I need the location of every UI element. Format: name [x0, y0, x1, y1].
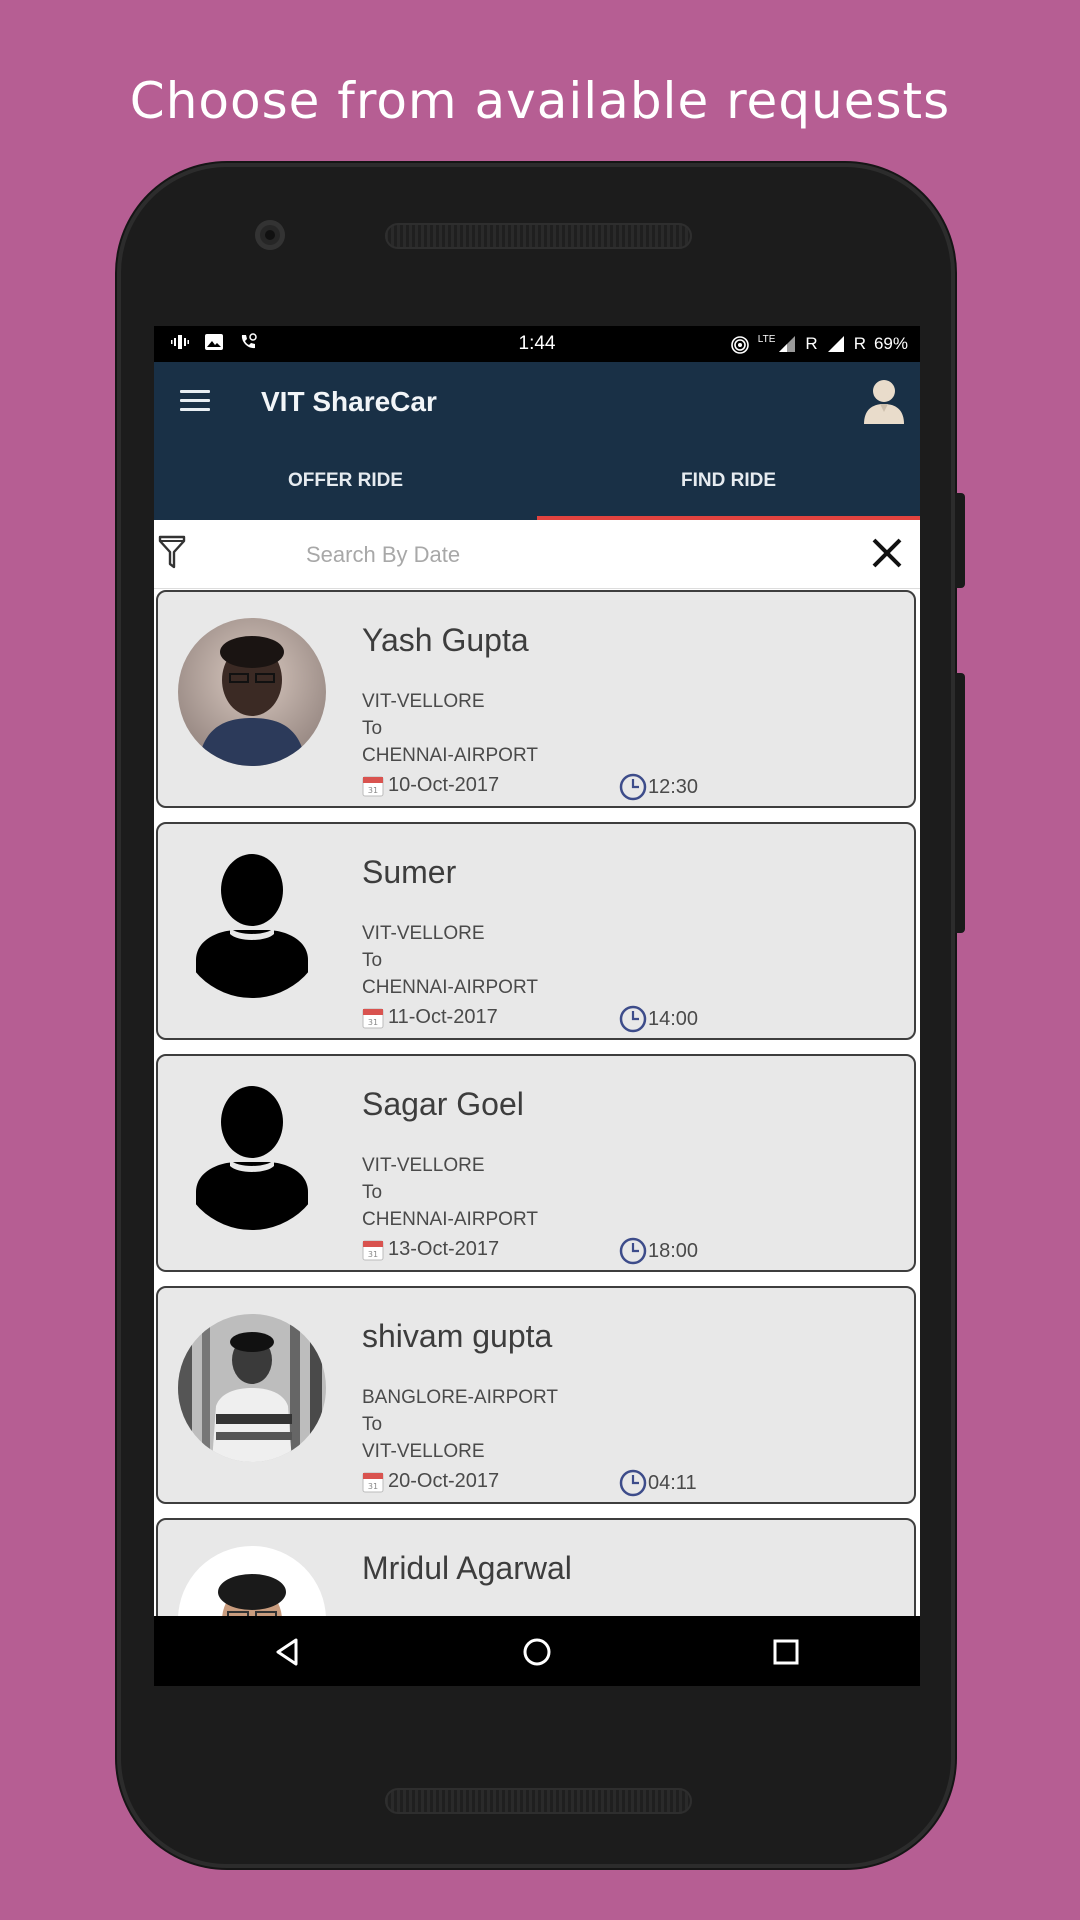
route: VIT-VELLORE To CHENNAI-AIRPORT	[362, 920, 538, 1001]
time-row: 04:11	[618, 1468, 697, 1498]
calendar-icon: 31	[362, 1240, 384, 1260]
svg-text:31: 31	[368, 786, 378, 795]
calendar-icon: 31	[362, 776, 384, 796]
close-icon[interactable]	[870, 536, 904, 570]
time-row: 14:00	[618, 1004, 698, 1034]
ride-date: 10-Oct-2017	[388, 774, 500, 796]
avatar	[196, 854, 308, 998]
signal-icon-1	[779, 336, 796, 352]
ride-card[interactable]: Mridul Agarwal	[156, 1518, 916, 1616]
ride-date: 20-Oct-2017	[388, 1470, 500, 1492]
route-to-word: To	[362, 718, 383, 739]
ride-date: 13-Oct-2017	[388, 1238, 500, 1260]
search-bar	[154, 520, 920, 589]
avatar	[178, 618, 326, 766]
route-to-word: To	[362, 1414, 383, 1435]
battery-percent: 69%	[873, 334, 908, 353]
rider-name: shivam gupta	[362, 1318, 553, 1354]
ride-time: 14:00	[648, 1007, 699, 1030]
avatar	[196, 1086, 308, 1230]
front-camera	[255, 220, 285, 250]
ride-card[interactable]: Yash Gupta VIT-VELLORE To CHENNAI-AIRPOR…	[156, 590, 916, 808]
volume-button	[955, 673, 965, 933]
clock-icon	[619, 1469, 647, 1497]
rider-name: Sumer	[362, 854, 457, 890]
rider-name: Yash Gupta	[362, 622, 529, 658]
signal-icon-2	[827, 336, 844, 352]
ride-date: 11-Oct-2017	[388, 1006, 498, 1028]
ride-card[interactable]: Sagar Goel VIT-VELLORE To CHENNAI-AIRPOR…	[156, 1054, 916, 1272]
search-input[interactable]	[304, 534, 788, 576]
home-circle-icon[interactable]	[521, 1636, 553, 1668]
bottom-speaker	[385, 1788, 692, 1814]
hamburger-icon[interactable]	[180, 390, 210, 414]
top-speaker	[385, 223, 692, 249]
calendar-icon: 31	[362, 1008, 384, 1028]
avatar	[178, 1546, 326, 1616]
date-row: 31 20-Oct-2017	[362, 1470, 499, 1493]
ride-card[interactable]: Sumer VIT-VELLORE To CHENNAI-AIRPORT 31 …	[156, 822, 916, 1040]
date-row: 31 13-Oct-2017	[362, 1238, 499, 1261]
headline: Choose from available requests	[129, 72, 951, 130]
power-button	[955, 493, 965, 588]
date-row: 31 10-Oct-2017	[362, 774, 499, 797]
tab-find-ride[interactable]: FIND RIDE	[537, 454, 920, 520]
roaming-1: R	[805, 334, 818, 353]
avatar	[178, 1314, 326, 1462]
route-from: BANGLORE-AIRPORT	[362, 1387, 559, 1408]
status-bar: 1:44 LTE R R 69%	[154, 326, 920, 362]
phone-screen: 1:44 LTE R R 69% VIT ShareCar OFFER RIDE…	[154, 326, 920, 1686]
route: VIT-VELLORE To CHENNAI-AIRPORT	[362, 688, 538, 769]
ride-time: 18:00	[648, 1239, 699, 1262]
hotspot-icon	[730, 336, 749, 354]
date-row: 31 11-Oct-2017	[362, 1006, 498, 1029]
route-to-word: To	[362, 950, 383, 971]
route-from: VIT-VELLORE	[362, 1155, 485, 1176]
ride-list[interactable]: Yash Gupta VIT-VELLORE To CHENNAI-AIRPOR…	[154, 588, 920, 1616]
clock-icon	[619, 1237, 647, 1265]
clock-icon	[619, 1005, 647, 1033]
ride-card[interactable]: shivam gupta BANGLORE-AIRPORT To VIT-VEL…	[156, 1286, 916, 1504]
roaming-2: R	[853, 334, 866, 353]
time-row: 18:00	[618, 1236, 698, 1266]
back-triangle-icon[interactable]	[272, 1636, 304, 1668]
filter-icon[interactable]	[158, 534, 186, 570]
route-to: CHENNAI-AIRPORT	[362, 977, 538, 998]
ride-time: 04:11	[648, 1471, 697, 1494]
clock-icon	[619, 773, 647, 801]
app-bar: VIT ShareCar OFFER RIDE FIND RIDE	[154, 362, 920, 520]
route-to-word: To	[362, 1182, 383, 1203]
tab-bar: OFFER RIDE FIND RIDE	[154, 454, 920, 520]
time-row: 12:30	[618, 772, 698, 802]
rider-name: Sagar Goel	[362, 1086, 524, 1122]
svg-text:31: 31	[368, 1482, 378, 1491]
svg-text:31: 31	[368, 1018, 378, 1027]
tab-offer-ride[interactable]: OFFER RIDE	[154, 454, 537, 520]
rider-name: Mridul Agarwal	[362, 1550, 572, 1586]
calendar-icon: 31	[362, 1472, 384, 1492]
route: VIT-VELLORE To CHENNAI-AIRPORT	[362, 1152, 538, 1233]
route-from: VIT-VELLORE	[362, 691, 485, 712]
app-title: VIT ShareCar	[261, 386, 437, 417]
svg-text:31: 31	[368, 1250, 378, 1259]
ride-time: 12:30	[648, 775, 699, 798]
network-type: LTE	[757, 334, 776, 345]
route-to: VIT-VELLORE	[362, 1441, 485, 1462]
route-to: CHENNAI-AIRPORT	[362, 745, 538, 766]
route-from: VIT-VELLORE	[362, 923, 485, 944]
recents-square-icon[interactable]	[770, 1636, 802, 1668]
route: BANGLORE-AIRPORT To VIT-VELLORE	[362, 1384, 558, 1465]
system-nav-bar	[154, 1616, 920, 1686]
profile-icon[interactable]	[862, 376, 906, 426]
route-to: CHENNAI-AIRPORT	[362, 1209, 538, 1230]
